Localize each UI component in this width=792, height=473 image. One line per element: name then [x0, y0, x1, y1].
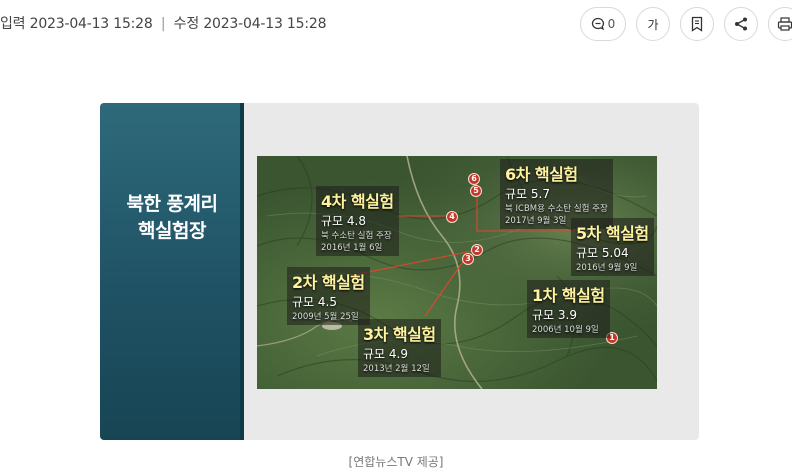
- test-1-scale: 규모 3.9: [532, 308, 577, 322]
- font-size-label: 가: [647, 17, 659, 32]
- test-3-date: 2013년 2월 12일: [363, 364, 430, 374]
- image-title-line1: 북한 풍계리: [126, 193, 218, 215]
- input-label: 입력: [0, 16, 26, 32]
- test-label-1: 1차 핵실험 규모 3.9 2006년 10월 9일: [527, 280, 610, 338]
- article-toolbar: 0 가: [580, 7, 792, 41]
- comment-count: 0: [607, 17, 616, 31]
- test-5-title: 5차 핵실험: [576, 224, 649, 243]
- image-title: 북한 풍계리 핵실험장: [100, 191, 244, 245]
- test-site-marker-6: 6: [468, 173, 480, 185]
- test-4-date: 2016년 1월 6일: [321, 243, 383, 253]
- test-site-marker-2: 2: [471, 244, 483, 256]
- bookmark-icon: [691, 16, 703, 32]
- test-label-4-box: 4차 핵실험 규모 4.8 북 수소탄 실험 주장 2016년 1월 6일: [316, 186, 399, 256]
- article-meta: 입력 2023-04-13 15:28 | 수정 2023-04-13 15:2…: [0, 13, 326, 33]
- test-label-4: 4차 핵실험 규모 4.8 북 수소탄 실험 주장 2016년 1월 6일: [316, 186, 399, 256]
- image-title-panel: 북한 풍계리 핵실험장: [100, 103, 244, 440]
- modified-label: 수정: [173, 16, 200, 32]
- test-3-title: 3차 핵실험: [363, 325, 436, 344]
- test-6-title: 6차 핵실험: [505, 165, 578, 184]
- test-label-2: 2차 핵실험 규모 4.5 2009년 5월 25일: [287, 267, 370, 325]
- test-2-date: 2009년 5월 25일: [292, 312, 359, 322]
- satellite-map: 6 5 4 2 3 1 6차 핵실험 규모 5.7 북 ICBM용 수소탄 실험…: [257, 156, 657, 389]
- test-site-marker-4: 4: [446, 211, 458, 223]
- article-image: 북한 풍계리 핵실험장 6 5 4 2 3 1 6차 핵실험 규모 5.7 북 …: [100, 103, 699, 440]
- test-site-marker-5: 5: [470, 185, 482, 197]
- input-datetime: 2023-04-13 15:28: [29, 16, 153, 32]
- modified-datetime: 2023-04-13 15:28: [203, 16, 327, 32]
- comment-button[interactable]: 0: [580, 7, 626, 41]
- test-4-note: 북 수소탄 실험 주장: [321, 231, 392, 241]
- test-label-1-box: 1차 핵실험 규모 3.9 2006년 10월 9일: [527, 280, 610, 338]
- test-label-2-box: 2차 핵실험 규모 4.5 2009년 5월 25일: [287, 267, 370, 325]
- print-button[interactable]: [768, 7, 792, 41]
- bookmark-button[interactable]: [680, 7, 714, 41]
- test-4-title: 4차 핵실험: [321, 192, 394, 211]
- image-caption: [연합뉴스TV 제공]: [348, 455, 444, 469]
- test-1-title: 1차 핵실험: [532, 286, 605, 305]
- image-title-line2: 핵실험장: [138, 220, 206, 242]
- test-label-5-box: 5차 핵실험 규모 5.04 2016년 9월 9일: [571, 218, 654, 276]
- test-label-3-box: 3차 핵실험 규모 4.9 2013년 2월 12일: [358, 319, 441, 377]
- share-icon: [735, 17, 747, 31]
- test-2-title: 2차 핵실험: [292, 273, 365, 292]
- test-6-note: 북 ICBM용 수소탄 실험 주장: [505, 204, 608, 214]
- share-button[interactable]: [724, 7, 758, 41]
- test-5-date: 2016년 9월 9일: [576, 263, 638, 273]
- font-size-button[interactable]: 가: [636, 7, 670, 41]
- test-5-scale: 규모 5.04: [576, 246, 629, 260]
- test-site-marker-3: 3: [462, 253, 474, 265]
- meta-separator: |: [160, 16, 166, 32]
- print-icon: [777, 17, 792, 31]
- test-1-date: 2006년 10월 9일: [532, 325, 599, 335]
- test-4-scale: 규모 4.8: [321, 214, 366, 228]
- panel-edge: [240, 103, 244, 440]
- test-label-3: 3차 핵실험 규모 4.9 2013년 2월 12일: [358, 319, 441, 377]
- test-6-scale: 규모 5.7: [505, 187, 550, 201]
- comment-icon: [591, 17, 604, 31]
- test-label-5: 5차 핵실험 규모 5.04 2016년 9월 9일: [571, 218, 654, 276]
- test-2-scale: 규모 4.5: [292, 295, 337, 309]
- test-3-scale: 규모 4.9: [363, 347, 408, 361]
